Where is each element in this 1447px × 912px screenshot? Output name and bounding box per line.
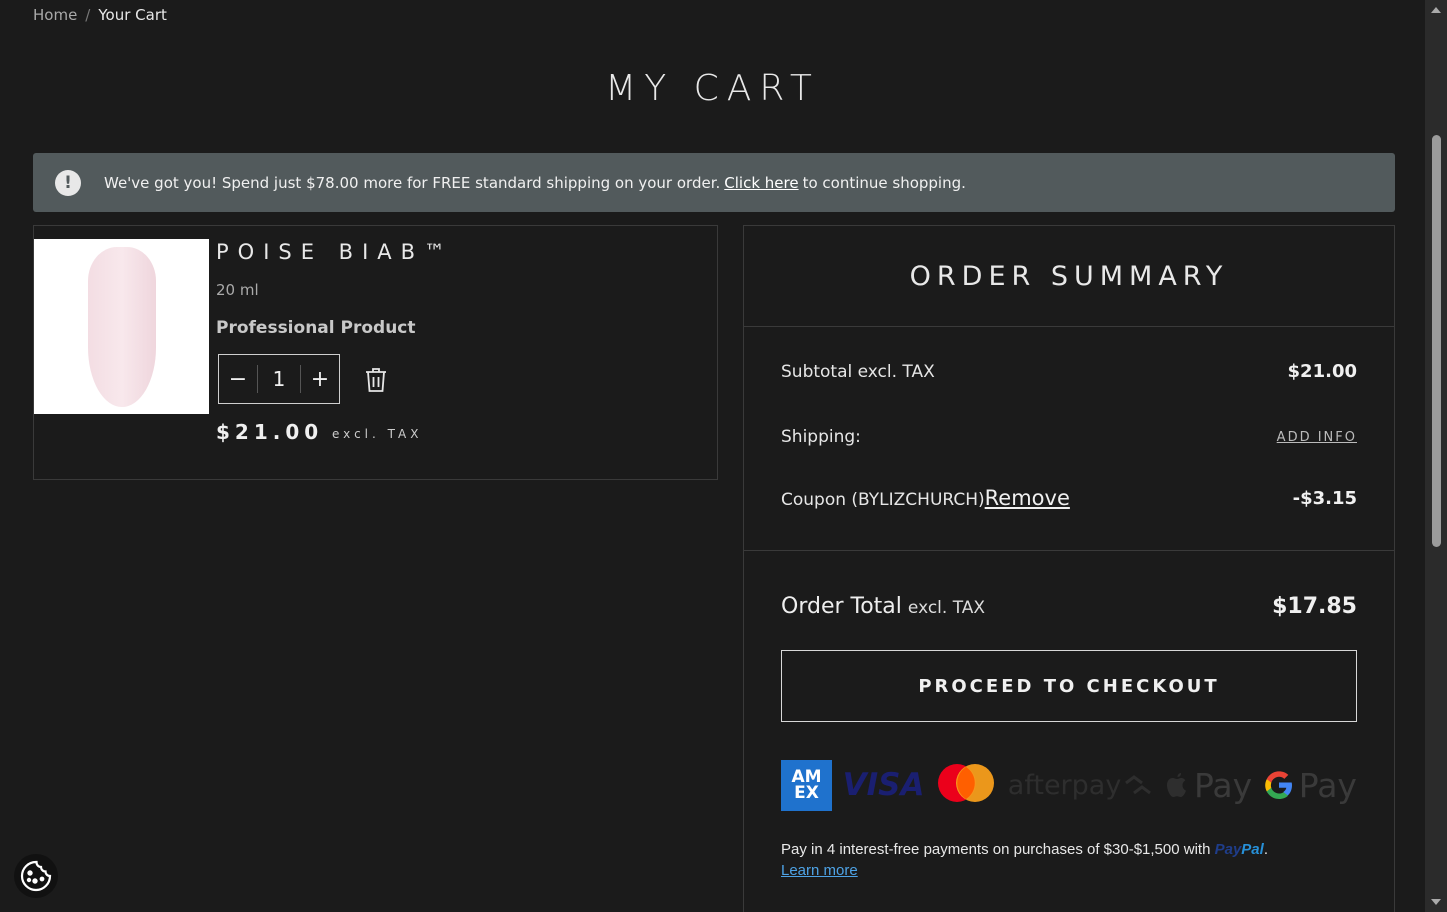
quantity-value[interactable]: 1 xyxy=(257,365,301,393)
cookie-settings-button[interactable] xyxy=(14,854,58,898)
product-size: 20 ml xyxy=(216,281,259,299)
coupon-value: -$3.15 xyxy=(1292,487,1357,509)
remove-coupon-link[interactable]: Remove xyxy=(985,486,1070,510)
afterpay-label: afterpay xyxy=(1007,769,1122,801)
total-label-group: Order Total excl. TAX xyxy=(781,594,985,619)
cookie-icon xyxy=(20,860,52,892)
total-label: Order Total xyxy=(781,594,902,619)
proceed-to-checkout-button[interactable]: PROCEED TO CHECKOUT xyxy=(781,650,1357,722)
paypal-pal: Pal xyxy=(1241,841,1264,858)
add-shipping-info-link[interactable]: ADD INFO xyxy=(1277,430,1357,445)
item-price-note: excl. TAX xyxy=(332,427,423,441)
notice-text-before: We've got you! Spend just $78.00 more fo… xyxy=(104,173,721,192)
payment-methods: AM EX VISA afterpay Pay Pay xyxy=(781,759,1357,811)
breadcrumb-separator: / xyxy=(85,6,91,24)
google-pay-icon: Pay xyxy=(1263,766,1357,805)
shipping-label: Shipping: xyxy=(781,427,861,447)
notice-text-after: to continue shopping. xyxy=(802,173,966,192)
coupon-row: Coupon (BYLIZCHURCH)Remove -$3.15 xyxy=(781,486,1357,510)
summary-divider xyxy=(744,550,1394,551)
afterpay-arrows-icon xyxy=(1125,775,1152,795)
decrement-button[interactable]: − xyxy=(219,355,257,403)
paypal-installments-text: Pay in 4 interest-free payments on purch… xyxy=(781,841,1211,858)
apple-pay-label: Pay xyxy=(1193,765,1253,805)
page-scrollbar[interactable] xyxy=(1425,0,1447,912)
nail-swatch-image xyxy=(87,246,156,407)
google-pay-label: Pay xyxy=(1298,765,1357,805)
scroll-down-arrow-icon[interactable] xyxy=(1431,899,1441,905)
total-value: $17.85 xyxy=(1272,594,1357,619)
coupon-label: Coupon (BYLIZCHURCH) xyxy=(781,490,985,510)
paypal-period: . xyxy=(1263,841,1268,858)
visa-icon: VISA xyxy=(842,767,925,803)
quantity-stepper: − 1 + xyxy=(218,354,340,404)
shipping-notice: ! We've got you! Spend just $78.00 more … xyxy=(33,153,1395,212)
order-summary: ORDER SUMMARY Subtotal excl. TAX $21.00 … xyxy=(743,225,1395,912)
increment-button[interactable]: + xyxy=(301,355,339,403)
page-title: MY CART xyxy=(605,68,820,109)
afterpay-icon: afterpay xyxy=(1008,770,1154,801)
total-row: Order Total excl. TAX $17.85 xyxy=(781,594,1357,619)
product-type: Professional Product xyxy=(216,318,416,338)
google-g-icon xyxy=(1264,771,1292,799)
product-name[interactable]: POISE BIAB™ xyxy=(216,240,454,264)
mastercard-icon xyxy=(938,764,995,802)
cart-item: POISE BIAB™ 20 ml Professional Product −… xyxy=(33,225,718,480)
breadcrumb-current: Your Cart xyxy=(98,6,167,24)
apple-logo-icon xyxy=(1166,773,1186,797)
breadcrumb: Home / Your Cart xyxy=(33,6,167,24)
breadcrumb-home-link[interactable]: Home xyxy=(33,6,77,24)
exclamation-icon: ! xyxy=(55,169,81,196)
subtotal-value: $21.00 xyxy=(1287,361,1357,382)
amex-icon: AM EX xyxy=(781,759,832,811)
continue-shopping-link[interactable]: Click here xyxy=(724,174,798,192)
product-image[interactable] xyxy=(34,239,209,414)
paypal-logo: PayPal xyxy=(1215,841,1264,858)
shipping-row: Shipping: ADD INFO xyxy=(781,427,1357,447)
paypal-pay: Pay xyxy=(1214,841,1242,858)
coupon-group: Coupon (BYLIZCHURCH)Remove xyxy=(781,486,1070,510)
subtotal-label: Subtotal excl. TAX xyxy=(781,361,935,382)
learn-more-link[interactable]: Learn more xyxy=(781,862,858,879)
summary-title: ORDER SUMMARY xyxy=(744,226,1394,327)
trash-icon[interactable] xyxy=(364,367,388,393)
scroll-thumb[interactable] xyxy=(1432,135,1441,547)
item-price: $21.00 xyxy=(216,420,324,444)
total-note: excl. TAX xyxy=(907,598,986,618)
scroll-up-arrow-icon[interactable] xyxy=(1431,7,1441,13)
notice-text: We've got you! Spend just $78.00 more fo… xyxy=(104,174,966,192)
paypal-installments: Pay in 4 interest-free payments on purch… xyxy=(781,839,1357,881)
apple-pay-icon: Pay xyxy=(1164,766,1252,805)
subtotal-row: Subtotal excl. TAX $21.00 xyxy=(781,361,1357,382)
